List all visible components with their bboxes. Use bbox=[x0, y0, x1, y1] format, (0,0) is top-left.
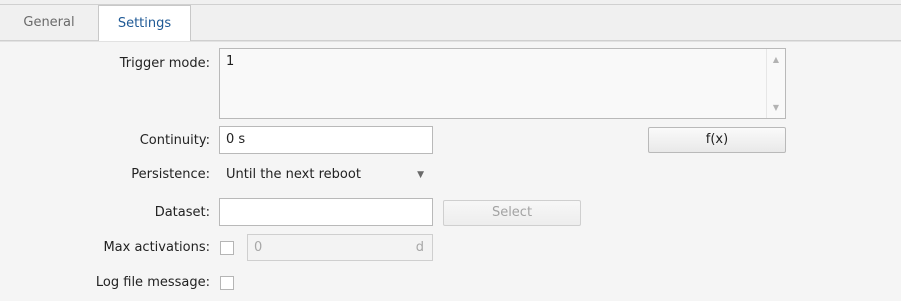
chevron-down-icon[interactable]: ▼ bbox=[767, 103, 785, 112]
max-activations-input[interactable]: 0 d bbox=[247, 234, 433, 261]
dataset-input[interactable] bbox=[219, 198, 433, 226]
settings-window: General Settings Trigger mode: 1 ▲ ▼ Con… bbox=[0, 0, 901, 301]
tab-strip: General Settings bbox=[0, 5, 901, 42]
max-activations-checkbox[interactable] bbox=[220, 241, 234, 255]
persistence-select[interactable]: Until the next reboot ▼ bbox=[219, 162, 433, 188]
log-file-message-label: Log file message: bbox=[95, 275, 210, 290]
max-activations-value: 0 bbox=[254, 240, 263, 255]
trigger-mode-value: 1 bbox=[226, 54, 235, 69]
continuity-label: Continuity: bbox=[139, 133, 210, 148]
dataset-label: Dataset: bbox=[154, 205, 210, 220]
trigger-mode-label: Trigger mode: bbox=[119, 56, 210, 71]
max-activations-label: Max activations: bbox=[103, 240, 210, 255]
fx-button[interactable]: f(x) bbox=[648, 127, 786, 153]
select-button[interactable]: Select bbox=[443, 200, 581, 226]
persistence-value: Until the next reboot bbox=[226, 167, 361, 182]
tab-general[interactable]: General bbox=[0, 5, 98, 41]
chevron-up-icon[interactable]: ▲ bbox=[767, 55, 785, 64]
persistence-label: Persistence: bbox=[131, 167, 210, 182]
log-file-message-checkbox[interactable] bbox=[220, 276, 234, 290]
tab-settings[interactable]: Settings bbox=[98, 5, 191, 42]
continuity-input[interactable]: 0 s bbox=[219, 126, 433, 154]
max-activations-unit: d bbox=[415, 240, 424, 255]
trigger-mode-scrollbar[interactable]: ▲ ▼ bbox=[766, 49, 785, 118]
caret-down-icon[interactable]: ▼ bbox=[417, 163, 424, 187]
continuity-value: 0 s bbox=[226, 132, 246, 147]
trigger-mode-textarea[interactable]: 1 ▲ ▼ bbox=[219, 48, 786, 119]
